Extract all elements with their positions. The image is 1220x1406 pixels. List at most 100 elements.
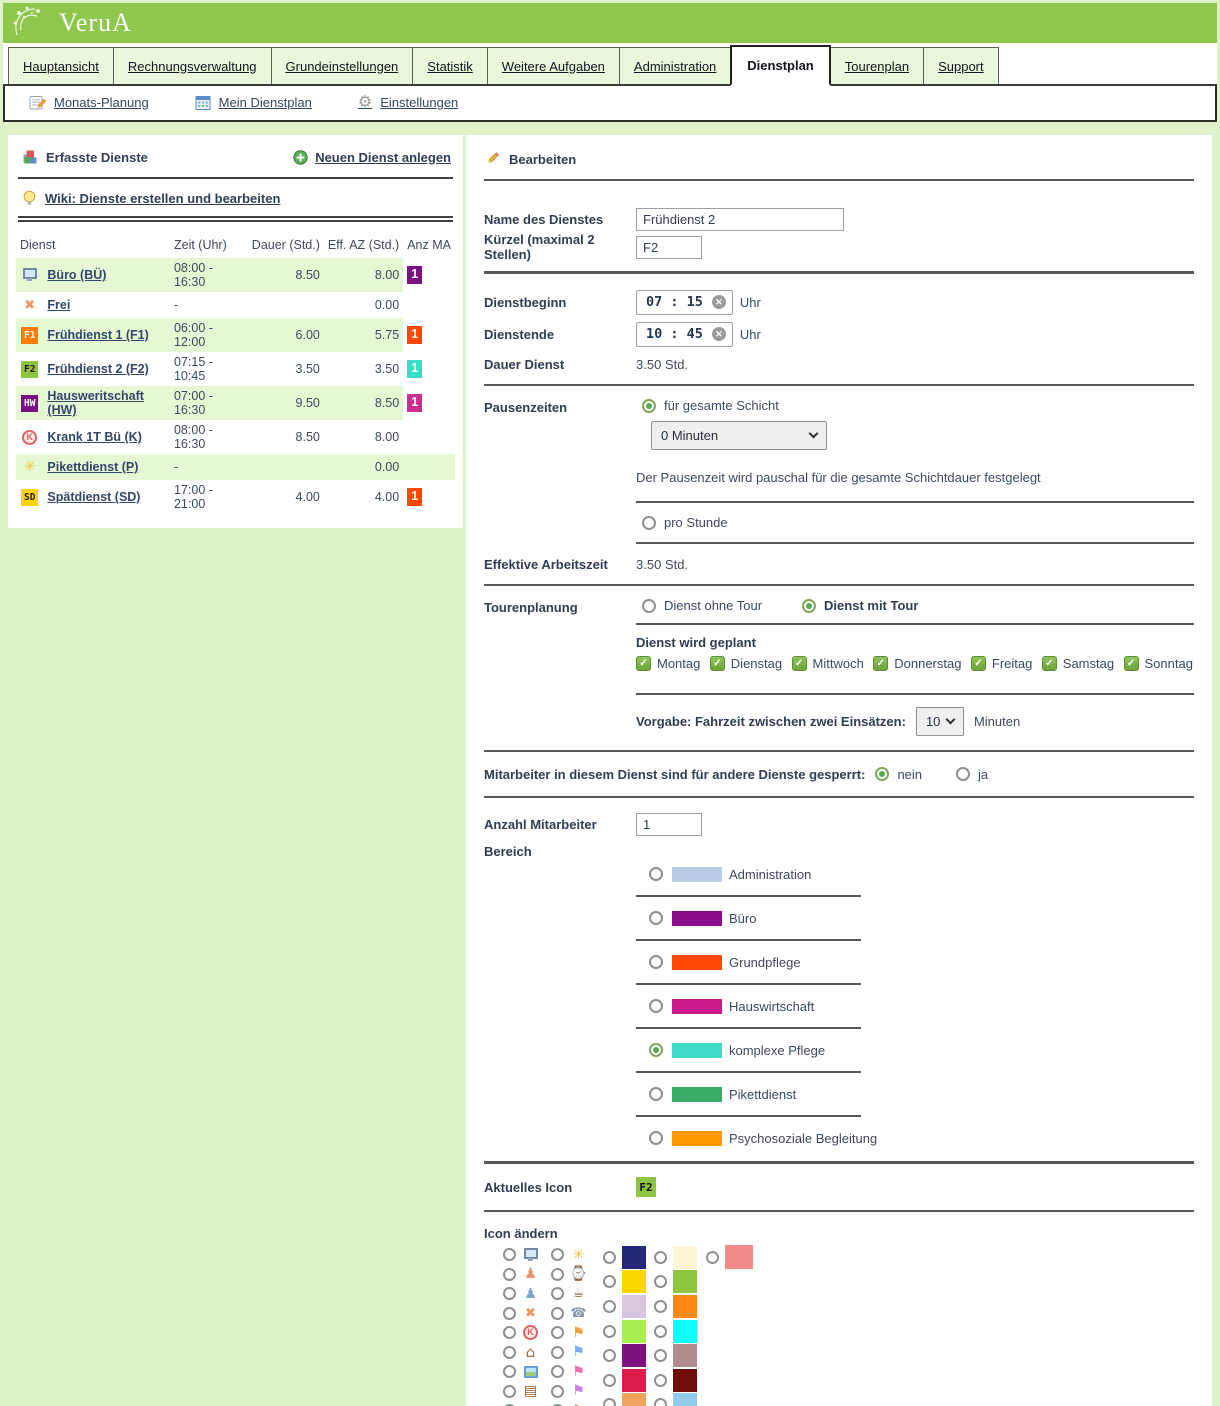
service-name-link[interactable]: Hausweritschaft (HW) (47, 389, 144, 417)
color-swatch (622, 1344, 646, 1367)
bereich-radio-psychosoziale-begleitung[interactable] (649, 1131, 663, 1145)
day-checkbox-donnerstag[interactable]: ✓ (873, 656, 888, 671)
dienstbeginn-time-input[interactable]: 07 : 15 ✕ (636, 290, 733, 315)
color-option-radio[interactable] (603, 1374, 616, 1387)
color-option-radio[interactable] (654, 1275, 667, 1288)
gesperrt-ja-radio[interactable] (956, 767, 970, 781)
color-option-radio[interactable] (654, 1251, 667, 1264)
dienst-mit-tour-radio[interactable] (802, 599, 816, 613)
pausen-stunde-radio[interactable] (642, 516, 656, 530)
tab-administration[interactable]: Administration (619, 47, 731, 84)
color-option-radio[interactable] (654, 1325, 667, 1338)
gesperrt-nein-radio[interactable] (875, 767, 889, 781)
pausen-minuten-select[interactable]: 0 Minuten (651, 421, 827, 450)
service-name-link[interactable]: Frei (47, 298, 70, 312)
bereich-radio-hauswirtschaft[interactable] (649, 999, 663, 1013)
dienstende-time-input[interactable]: 10 : 45 ✕ (636, 322, 733, 347)
dauer-dienst-label: Dauer Dienst (484, 357, 636, 372)
tab-weitere-aufgaben[interactable]: Weitere Aufgaben (487, 47, 620, 84)
pausen-schicht-radio[interactable] (642, 399, 656, 413)
tab-hauptansicht[interactable]: Hauptansicht (8, 47, 114, 84)
color-option-radio[interactable] (603, 1398, 616, 1406)
clear-time-icon[interactable]: ✕ (712, 295, 726, 309)
icon-option-radio[interactable] (503, 1346, 516, 1359)
tab-support[interactable]: Support (923, 47, 999, 84)
day-montag: ✓Montag (636, 656, 700, 671)
name-des-dienstes-input[interactable] (636, 208, 844, 231)
divider (484, 750, 1194, 752)
subnav-item-mein-dienstplan[interactable]: Mein Dienstplan (195, 95, 312, 111)
day-label: Freitag (992, 656, 1032, 671)
day-checkbox-dienstag[interactable]: ✓ (710, 656, 725, 671)
day-checkbox-mittwoch[interactable]: ✓ (792, 656, 807, 671)
service-name-link[interactable]: Pikettdienst (P) (47, 460, 138, 474)
icon-option-radio[interactable] (503, 1268, 516, 1281)
icon-option-radio[interactable] (551, 1385, 564, 1398)
tab-grundeinstellungen[interactable]: Grundeinstellungen (271, 47, 414, 84)
color-option-radio[interactable] (603, 1325, 616, 1338)
bereich-radio-komplexe-pflege[interactable] (649, 1043, 663, 1057)
color-option-radio[interactable] (603, 1251, 616, 1264)
tab-statistik[interactable]: Statistik (412, 47, 488, 84)
service-name-link[interactable]: Krank 1T Bü (K) (47, 430, 141, 444)
icon-option-radio[interactable] (503, 1385, 516, 1398)
service-eff-az: 8.00 (324, 420, 403, 454)
bereich-radio-administration[interactable] (649, 867, 663, 881)
bereich-radio-pikettdienst[interactable] (649, 1087, 663, 1101)
col-header-eff-az: Eff. AZ (Std.) (324, 232, 403, 258)
color-option-radio[interactable] (603, 1275, 616, 1288)
tab-dienstplan[interactable]: Dienstplan (730, 45, 830, 86)
subnav-item-monats-planung[interactable]: Monats-Planung (29, 94, 149, 111)
icon-option-radio[interactable] (551, 1346, 564, 1359)
tab-tourenplan[interactable]: Tourenplan (830, 47, 924, 84)
divider (484, 796, 1194, 798)
icon-option-radio[interactable] (503, 1287, 516, 1300)
divider (484, 384, 1194, 386)
day-checkbox-freitag[interactable]: ✓ (971, 656, 986, 671)
fahrzeit-select[interactable]: 10 (916, 707, 964, 736)
clear-time-icon[interactable]: ✕ (712, 327, 726, 341)
color-option-radio[interactable] (654, 1300, 667, 1313)
color-option-radio[interactable] (654, 1398, 667, 1406)
day-checkbox-montag[interactable]: ✓ (636, 656, 651, 671)
day-dienstag: ✓Dienstag (710, 656, 782, 671)
gesperrt-label: Mitarbeiter in diesem Dienst sind für an… (484, 767, 865, 782)
icon-option-radio[interactable] (503, 1248, 516, 1261)
pausen-hint: Der Pausenzeit wird pauschal für die ges… (636, 470, 1194, 485)
kuerzel-input[interactable] (636, 236, 702, 259)
icon-option-radio[interactable] (551, 1268, 564, 1281)
bereich-radio-grundpflege[interactable] (649, 955, 663, 969)
day-sonntag: ✓Sonntag (1124, 656, 1193, 671)
pausen-stunde-label: pro Stunde (664, 515, 728, 530)
subnav-item-einstellungen[interactable]: ⚙ Einstellungen (358, 95, 458, 111)
dauer-dienst-value: 3.50 Std. (636, 357, 688, 372)
bereich-radio-buro[interactable] (649, 911, 663, 925)
color-option-radio[interactable] (603, 1349, 616, 1362)
dienst-ohne-tour-radio[interactable] (642, 599, 656, 613)
color-option-radio[interactable] (706, 1251, 719, 1264)
color-option-radio[interactable] (654, 1374, 667, 1387)
color-option-radio[interactable] (603, 1300, 616, 1313)
service-name-link[interactable]: Spätdienst (SD) (47, 490, 140, 504)
bereich-color-swatch (672, 911, 722, 926)
icon-option-radio[interactable] (551, 1307, 564, 1320)
anzahl-mitarbeiter-input[interactable] (636, 813, 702, 836)
icon-option-radio[interactable] (503, 1307, 516, 1320)
icon-option-radio[interactable] (503, 1365, 516, 1378)
dienstbeginn-label: Dienstbeginn (484, 295, 636, 310)
icon-option-radio[interactable] (551, 1365, 564, 1378)
color-option-radio[interactable] (654, 1349, 667, 1362)
icon-option-radio[interactable] (551, 1248, 564, 1261)
service-name-link[interactable]: Büro (BÜ) (47, 268, 106, 282)
icon-option-radio[interactable] (503, 1326, 516, 1339)
icon-option-radio[interactable] (551, 1287, 564, 1300)
new-service-link[interactable]: Neuen Dienst anlegen (293, 150, 451, 165)
wiki-link[interactable]: Wiki: Dienste erstellen und bearbeiten (45, 191, 280, 206)
day-checkbox-sonntag[interactable]: ✓ (1124, 656, 1139, 671)
day-checkbox-samstag[interactable]: ✓ (1042, 656, 1057, 671)
bereich-options: AdministrationBüroGrundpflegeHauswirtsch… (484, 861, 1194, 1151)
tab-rechnungsverwaltung[interactable]: Rechnungsverwaltung (113, 47, 272, 84)
service-name-link[interactable]: Frühdienst 2 (F2) (47, 362, 148, 376)
service-name-link[interactable]: Frühdienst 1 (F1) (47, 328, 148, 342)
icon-option-radio[interactable] (551, 1326, 564, 1339)
